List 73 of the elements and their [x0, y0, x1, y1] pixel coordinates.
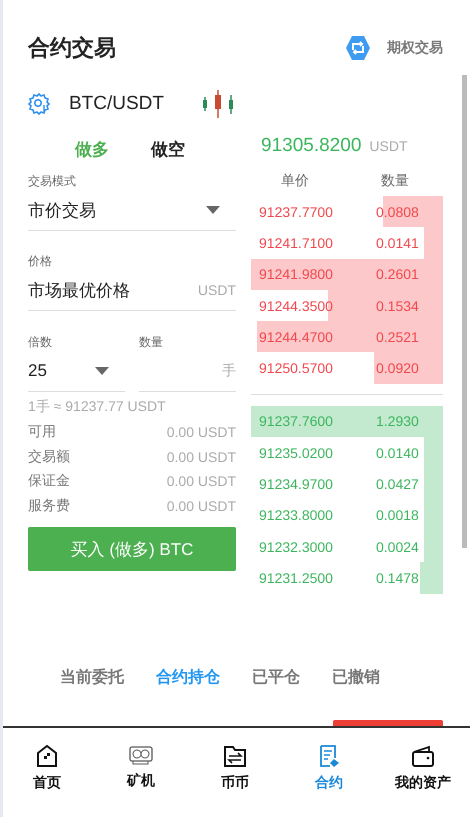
order-price: 91237.7700 — [259, 204, 334, 220]
nav-item[interactable]: 我的资产 — [376, 728, 470, 812]
summary-value: 0.00 USDT — [166, 473, 236, 490]
order-amount: 0.0808 — [376, 204, 419, 220]
order-amount: 0.1478 — [376, 570, 419, 586]
order-price: 91250.5700 — [259, 360, 334, 376]
summary-label: 保证金 — [28, 472, 70, 490]
order-amount: 1.2930 — [376, 413, 419, 430]
exchange-folder-icon — [223, 744, 247, 768]
select-value: 25 — [28, 361, 47, 381]
nav-item[interactable]: 矿机 — [94, 728, 188, 812]
nav-item[interactable]: 币币 — [188, 728, 282, 812]
order-tab[interactable]: 已平仓 — [252, 667, 300, 688]
field-label: 倍数 — [28, 334, 53, 351]
order-price: 91232.3000 — [259, 538, 334, 555]
column-header: 单价 — [280, 172, 310, 190]
order-amount: 0.2601 — [376, 266, 419, 282]
order-price: 91235.0200 — [259, 444, 334, 461]
page-title: 合约交易 — [28, 34, 117, 62]
summary-value: 0.00 USDT — [166, 424, 236, 440]
home-icon — [35, 744, 59, 768]
scrollbar[interactable] — [462, 75, 467, 548]
leverage-select[interactable]: 25 — [28, 351, 125, 392]
settings-icon[interactable] — [27, 92, 51, 116]
order-price: 91241.7100 — [259, 234, 334, 251]
order-amount: 0.0140 — [376, 444, 419, 461]
summary-label: 可用 — [28, 423, 56, 442]
contract-icon — [317, 744, 341, 768]
nav-item[interactable]: 首页 — [3, 728, 94, 812]
order-price: 91231.2500 — [259, 570, 334, 586]
swap-icon[interactable] — [345, 35, 371, 61]
column-header: 数量 — [381, 172, 409, 190]
unit-label: 手 — [222, 362, 236, 380]
field-value: 市场最优价格 — [28, 280, 130, 302]
nav-item[interactable]: 合约 — [282, 728, 376, 812]
order-amount: 0.0024 — [376, 538, 419, 555]
options-trading-link[interactable]: 期权交易 — [387, 39, 443, 57]
side-tab[interactable]: 做空 — [151, 138, 185, 160]
trade-mode-select[interactable]: 市价交易 — [28, 190, 236, 231]
order-amount: 0.0920 — [376, 360, 419, 376]
order-price: 91244.3500 — [259, 298, 334, 314]
graphics-card-icon — [128, 744, 154, 766]
price-field[interactable]: 市场最优价格 USDT — [28, 270, 236, 311]
field-label: 价格 — [28, 253, 53, 270]
summary-label: 服务费 — [28, 496, 70, 515]
field-label: 数量 — [139, 334, 164, 351]
order-price: 91237.7600 — [259, 413, 334, 430]
price-unit: USDT — [369, 138, 408, 154]
order-amount: 0.0018 — [376, 507, 419, 524]
order-price: 91233.8000 — [259, 507, 334, 524]
summary-label: 交易额 — [28, 448, 70, 466]
order-price: 91234.9700 — [259, 476, 334, 492]
select-value: 市价交易 — [28, 200, 96, 222]
depth-bar — [420, 562, 443, 594]
order-amount: 0.1534 — [376, 298, 419, 314]
order-amount: 0.0141 — [376, 234, 419, 251]
last-price: 91305.8200 — [261, 135, 362, 157]
trading-pair[interactable]: BTC/USDT — [69, 93, 164, 115]
order-amount: 0.2521 — [376, 328, 419, 345]
order-tab[interactable]: 当前委托 — [60, 667, 124, 688]
candlestick-icon[interactable] — [202, 89, 234, 119]
order-price: 91244.4700 — [259, 328, 334, 345]
unit-label: USDT — [198, 282, 236, 298]
dropdown-caret-icon[interactable] — [206, 206, 220, 214]
order-tab[interactable]: 已撤销 — [332, 667, 380, 688]
order-amount: 0.0427 — [376, 476, 419, 492]
dropdown-caret-icon[interactable] — [95, 367, 109, 375]
summary-value: 0.00 USDT — [166, 448, 236, 465]
order-price: 91241.9800 — [259, 266, 334, 282]
wallet-icon — [411, 744, 435, 768]
lot-note: 1手 ≈ 91237.77 USDT — [28, 398, 167, 416]
field-label: 交易模式 — [28, 173, 77, 190]
summary-value: 0.00 USDT — [166, 498, 236, 514]
